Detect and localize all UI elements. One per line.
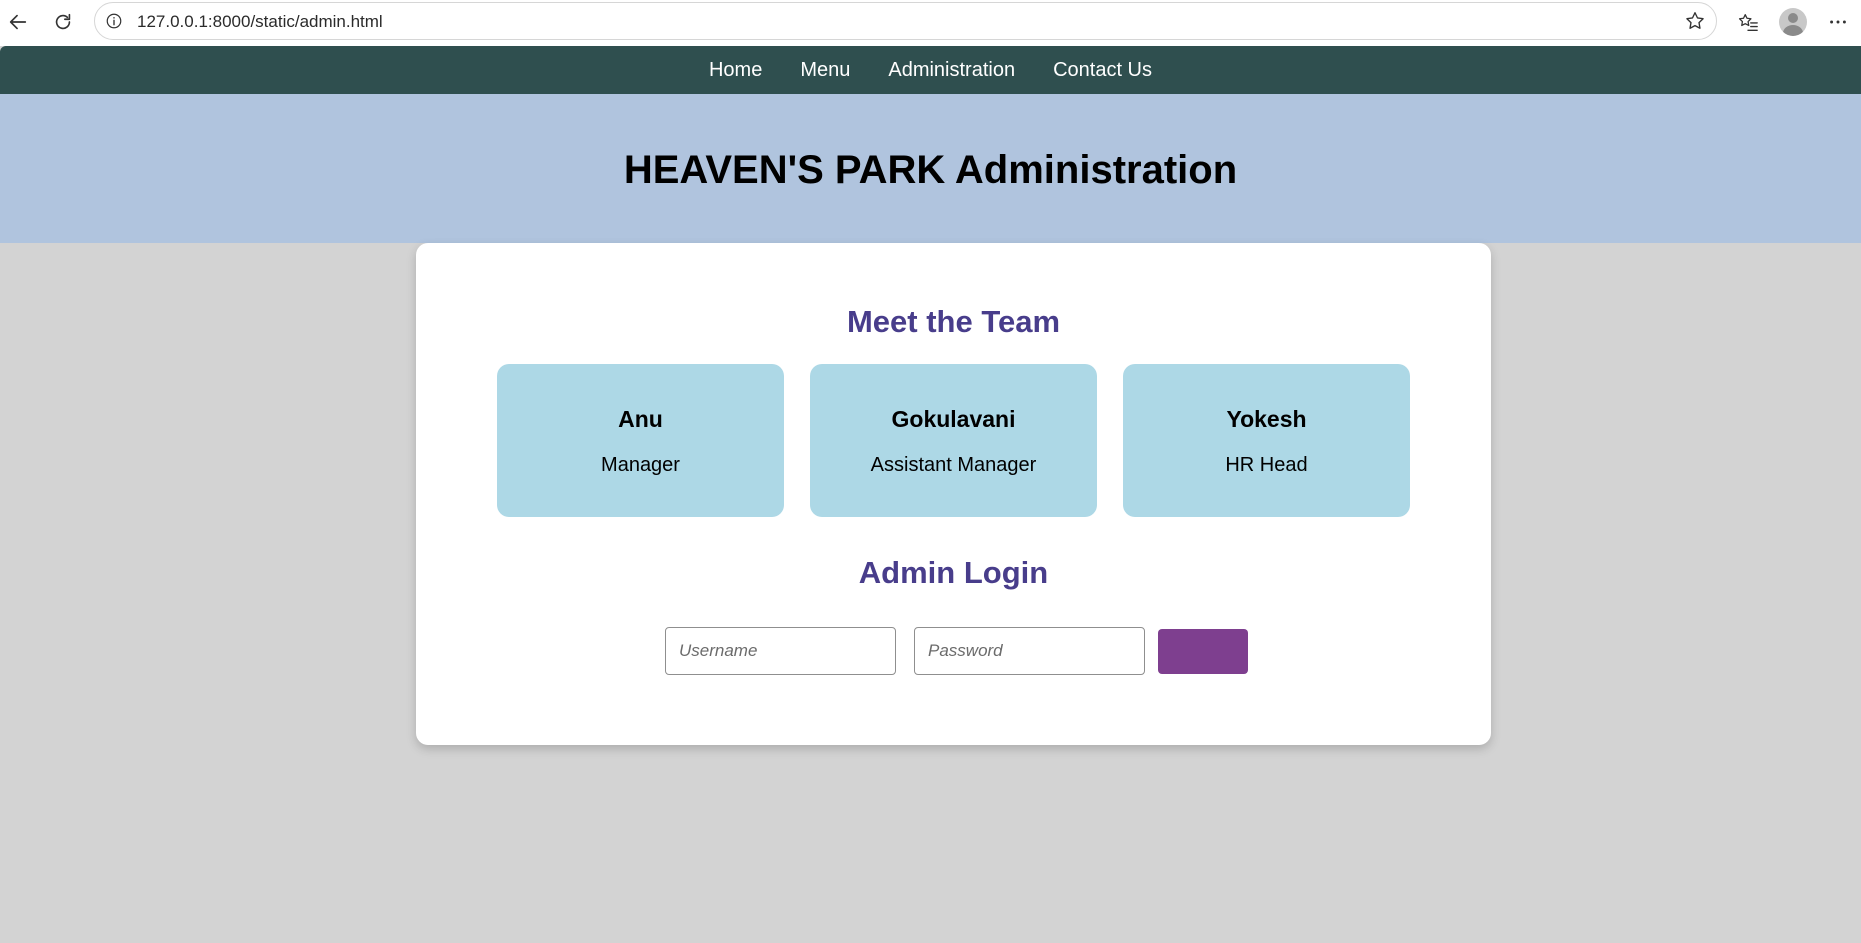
page-title: HEAVEN'S PARK Administration	[623, 148, 1238, 192]
team-member-card: Anu Manager	[497, 364, 784, 517]
team-member-card: Gokulavani Assistant Manager	[810, 364, 1097, 517]
star-icon[interactable]	[1684, 10, 1706, 32]
team-member-name: Anu	[618, 406, 663, 432]
team-member-role: HR Head	[1225, 454, 1308, 476]
favorites-icon[interactable]	[1734, 8, 1762, 36]
admin-login-form	[665, 627, 1248, 675]
team-member-card: Yokesh HR Head	[1123, 364, 1410, 517]
nav-home[interactable]: Home	[709, 59, 762, 82]
site-nav: Home Menu Administration Contact Us	[0, 46, 1861, 94]
team-member-role: Manager	[601, 454, 680, 476]
team-member-name: Yokesh	[1226, 406, 1307, 432]
team-section-title: Meet the Team	[846, 304, 1061, 339]
nav-menu[interactable]: Menu	[800, 59, 850, 82]
login-button[interactable]	[1158, 628, 1248, 674]
password-input[interactable]	[914, 627, 1145, 675]
nav-contact-us[interactable]: Contact Us	[1053, 59, 1152, 82]
info-icon[interactable]	[105, 12, 123, 30]
url-text: 127.0.0.1:8000/static/admin.html	[137, 12, 383, 31]
main-card: Meet the Team Anu Manager Gokulavani Ass…	[416, 243, 1491, 745]
address-bar[interactable]: 127.0.0.1:8000/static/admin.html	[94, 2, 1717, 40]
page-header: HEAVEN'S PARK Administration	[0, 94, 1861, 243]
team-list: Anu Manager Gokulavani Assistant Manager…	[497, 364, 1410, 517]
login-section-title: Admin Login	[858, 555, 1049, 590]
team-member-role: Assistant Manager	[870, 454, 1037, 476]
profile-avatar-icon[interactable]	[1779, 8, 1807, 36]
more-options-icon[interactable]	[1824, 8, 1852, 36]
reload-icon[interactable]	[49, 8, 77, 36]
back-arrow-icon[interactable]	[4, 8, 32, 36]
browser-toolbar: 127.0.0.1:8000/static/admin.html	[0, 0, 1861, 46]
team-member-name: Gokulavani	[891, 406, 1016, 432]
username-input[interactable]	[665, 627, 896, 675]
nav-administration[interactable]: Administration	[888, 59, 1015, 82]
